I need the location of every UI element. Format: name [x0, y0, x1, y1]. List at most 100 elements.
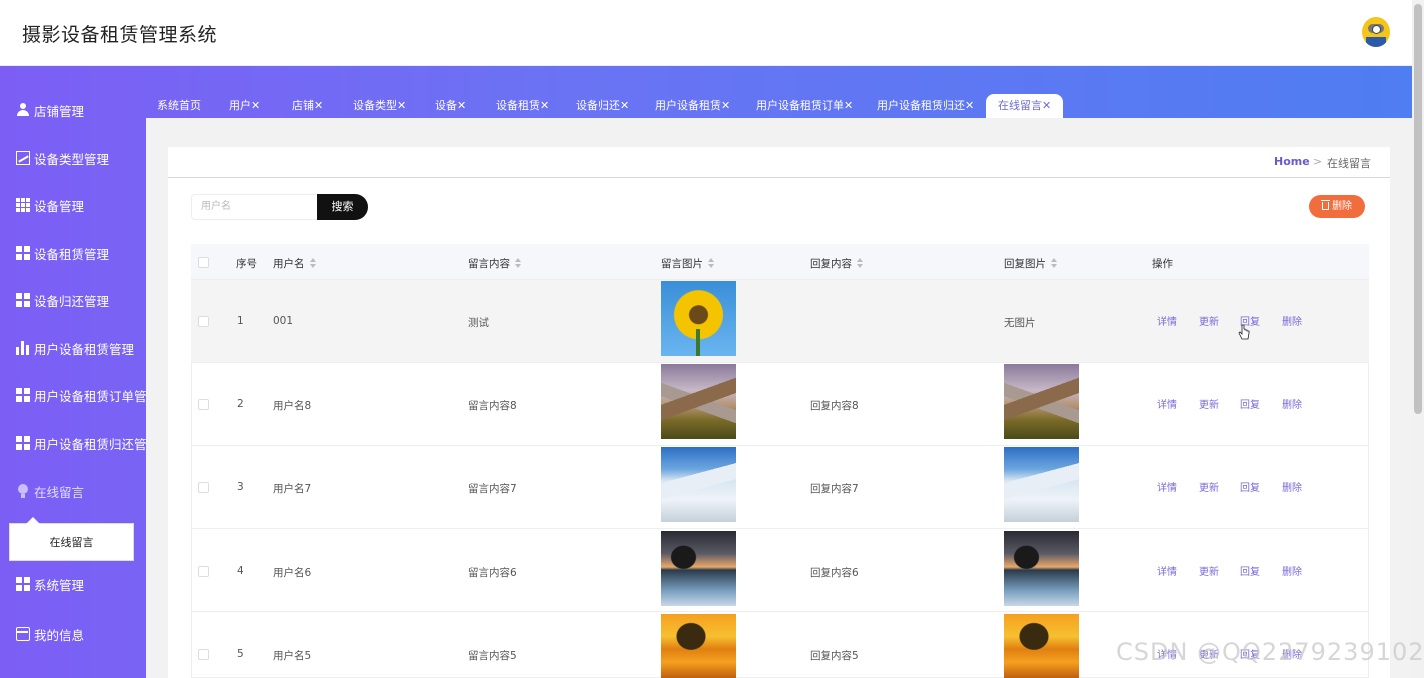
- row-checkbox[interactable]: [198, 399, 209, 410]
- message-image[interactable]: [661, 531, 736, 606]
- message-image[interactable]: [661, 447, 736, 522]
- header-label: 留言图片: [661, 258, 703, 270]
- grid-icon: [16, 293, 30, 307]
- tab-home[interactable]: 系统首页: [157, 94, 201, 118]
- batch-delete-button[interactable]: 删除: [1309, 195, 1365, 218]
- sort-icon: [309, 258, 316, 268]
- header-label: 回复内容: [810, 258, 852, 270]
- reply-link[interactable]: 回复: [1240, 563, 1260, 578]
- update-link[interactable]: 更新: [1199, 313, 1219, 328]
- header-label: 用户名: [273, 258, 305, 270]
- header-content[interactable]: 留言内容: [468, 256, 521, 271]
- sidebar-item-rental[interactable]: 设备租赁管理: [0, 233, 146, 273]
- header-actions: 操作: [1152, 258, 1173, 270]
- sort-icon: [515, 258, 521, 268]
- cell-reply: 回复内容8: [810, 400, 859, 412]
- row-checkbox[interactable]: [198, 316, 209, 327]
- sidebar-item-device[interactable]: 设备管理: [0, 185, 146, 225]
- table-row: [191, 363, 1369, 446]
- cell-content: 留言内容7: [468, 483, 517, 495]
- sidebar-item-user-rental-return[interactable]: 用户设备租赁归还管理: [0, 423, 146, 463]
- tab-rental[interactable]: 设备租赁✕: [496, 94, 549, 118]
- sort-icon: [1051, 258, 1057, 268]
- breadcrumb: [168, 147, 1390, 178]
- breadcrumb-separator: >: [1313, 155, 1323, 168]
- detail-link[interactable]: 详情: [1157, 563, 1177, 578]
- row-checkbox[interactable]: [198, 482, 209, 493]
- tab-user-rental-return[interactable]: 用户设备租赁归还✕: [877, 94, 974, 118]
- header-label: 回复图片: [1004, 258, 1046, 270]
- update-link[interactable]: 更新: [1199, 479, 1219, 494]
- header-image[interactable]: 留言图片: [661, 256, 714, 271]
- reply-link[interactable]: 回复: [1240, 396, 1260, 411]
- cell-index: 3: [237, 481, 244, 493]
- search-input[interactable]: 用户名: [191, 194, 318, 220]
- breadcrumb-home[interactable]: Home: [1274, 155, 1310, 168]
- submenu-item-messages[interactable]: 在线留言: [9, 517, 134, 561]
- sidebar-item-user-rental[interactable]: 用户设备租赁管理: [0, 328, 146, 368]
- table-row: [191, 529, 1369, 612]
- bulb-icon: [16, 484, 30, 498]
- message-image[interactable]: [661, 614, 736, 678]
- reply-image[interactable]: [1004, 364, 1079, 439]
- sidebar-item-label: 店铺管理: [34, 103, 85, 119]
- sidebar-item-shop[interactable]: 店铺管理: [0, 90, 146, 130]
- select-all-checkbox[interactable]: [198, 257, 209, 268]
- row-checkbox[interactable]: [198, 649, 209, 660]
- message-image[interactable]: [661, 364, 736, 439]
- cell-index: 4: [237, 565, 244, 577]
- sidebar-item-system[interactable]: 系统管理: [0, 564, 146, 604]
- tab-user-rental-order[interactable]: 用户设备租赁订单✕: [756, 94, 853, 118]
- detail-link[interactable]: 详情: [1157, 313, 1177, 328]
- reply-link[interactable]: 回复: [1240, 479, 1260, 494]
- detail-link[interactable]: 详情: [1157, 479, 1177, 494]
- search-button[interactable]: 搜索: [317, 194, 368, 220]
- breadcrumb-current: 在线留言: [1327, 157, 1371, 170]
- top-header: 摄影设备租赁管理系统: [0, 0, 1424, 66]
- sidebar-item-label: 设备类型管理: [34, 151, 110, 167]
- delete-link[interactable]: 删除: [1282, 479, 1302, 494]
- tab-return[interactable]: 设备归还✕: [576, 94, 629, 118]
- tab-user-rental[interactable]: 用户设备租赁✕: [655, 94, 730, 118]
- delete-link[interactable]: 删除: [1282, 563, 1302, 578]
- avatar-goggle: [1368, 24, 1384, 34]
- tab-device-type[interactable]: 设备类型✕: [353, 94, 406, 118]
- update-link[interactable]: 更新: [1199, 563, 1219, 578]
- header-reply-image[interactable]: 回复图片: [1004, 256, 1057, 271]
- detail-link[interactable]: 详情: [1157, 396, 1177, 411]
- sidebar-item-my-info[interactable]: 我的信息: [0, 614, 146, 654]
- sidebar-item-label: 用户设备租赁归还管理: [34, 436, 146, 452]
- grid-icon: [16, 388, 30, 402]
- trash-icon: [1321, 200, 1330, 210]
- cell-username: 用户名7: [273, 483, 312, 495]
- grid-icon: [16, 436, 30, 450]
- tab-device[interactable]: 设备✕: [435, 94, 466, 118]
- delete-link[interactable]: 删除: [1282, 313, 1302, 328]
- header-reply[interactable]: 回复内容: [810, 256, 863, 271]
- sidebar-item-messages[interactable]: 在线留言: [0, 471, 146, 511]
- sidebar-item-user-rental-order[interactable]: 用户设备租赁订单管理: [0, 375, 146, 415]
- delete-link[interactable]: 删除: [1282, 396, 1302, 411]
- cell-reply: 回复内容6: [810, 567, 859, 579]
- reply-image[interactable]: [1004, 614, 1079, 678]
- tab-user[interactable]: 用户✕: [229, 94, 260, 118]
- tab-shop[interactable]: 店铺✕: [292, 94, 323, 118]
- avatar[interactable]: [1362, 17, 1390, 47]
- user-icon: [16, 103, 30, 117]
- tab-messages[interactable]: 在线留言✕: [986, 94, 1064, 118]
- header-username[interactable]: 用户名: [273, 256, 316, 271]
- reply-image[interactable]: [1004, 447, 1079, 522]
- cell-username: 用户名8: [273, 400, 312, 412]
- sidebar-item-label: 在线留言: [34, 484, 85, 500]
- cell-username: 001: [273, 315, 294, 327]
- grid-icon: [16, 246, 30, 260]
- sidebar-item-device-type[interactable]: 设备类型管理: [0, 138, 146, 178]
- update-link[interactable]: 更新: [1199, 396, 1219, 411]
- reply-image[interactable]: [1004, 531, 1079, 606]
- header-index: 序号: [236, 258, 257, 270]
- sidebar-item-return[interactable]: 设备归还管理: [0, 280, 146, 320]
- message-image[interactable]: [661, 281, 736, 356]
- scrollbar-thumb[interactable]: [1414, 4, 1422, 414]
- row-checkbox[interactable]: [198, 566, 209, 577]
- table-row: [191, 446, 1369, 529]
